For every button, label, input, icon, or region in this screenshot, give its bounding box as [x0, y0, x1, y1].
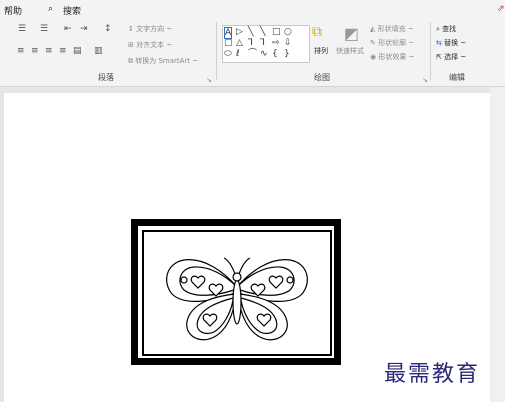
- group-separator: [430, 22, 431, 80]
- rounded-rectangle-shape-icon[interactable]: ▢: [224, 38, 233, 48]
- align-text-icon: ⊞: [128, 41, 134, 49]
- convert-smartart-label: 转换为 SmartArt ~: [135, 57, 199, 65]
- vertical-scrollbar[interactable]: [490, 87, 505, 402]
- shape-fill-label: 形状填充 ~: [377, 25, 414, 33]
- text-direction-button[interactable]: ↕ 文字方向 ~: [128, 24, 172, 34]
- connector-shape-icon[interactable]: ⅂: [260, 38, 265, 48]
- text-direction-icon: ↕: [128, 25, 134, 33]
- increase-indent-icon[interactable]: ⇥: [80, 24, 88, 34]
- ribbon: ☰ ☰ ⇤ ⇥ ↕ ≡ ≡ ≡ ≡ ▤ ▥ ↕ 文字方向 ~ ⊞ 对齐文本 ~ …: [0, 18, 505, 87]
- callout-shape-icon[interactable]: ℓ: [236, 49, 240, 59]
- line-spacing-icon[interactable]: ↕: [104, 24, 112, 34]
- oval-shape-icon[interactable]: ○: [284, 27, 292, 37]
- convert-smartart-button[interactable]: ⧉ 转换为 SmartArt ~: [128, 56, 198, 66]
- pen-icon: ✎: [370, 39, 376, 47]
- connector-shape-icon[interactable]: ⅂: [248, 38, 253, 48]
- distributed-icon[interactable]: ▤: [73, 46, 82, 56]
- decrease-indent-icon[interactable]: ⇤: [64, 24, 72, 34]
- paint-bucket-icon: ◭: [370, 25, 376, 33]
- smartart-icon: ⧉: [128, 57, 133, 65]
- frame-inner-border: [142, 230, 332, 356]
- cursor-icon: ⇱: [436, 53, 442, 61]
- shape-outline-button[interactable]: ✎ 形状轮廓 ~: [370, 38, 414, 48]
- bullets-icon[interactable]: ☰: [18, 24, 26, 34]
- replace-label: 替换 ~: [444, 39, 467, 47]
- quick-styles-label: 快速样式: [336, 47, 364, 55]
- triangle-shape-icon[interactable]: △: [236, 38, 243, 48]
- align-text-button[interactable]: ⊞ 对齐文本 ~: [128, 40, 172, 50]
- flowchart-shape-icon[interactable]: ⬭: [224, 49, 232, 59]
- shape-outline-label: 形状轮廓 ~: [378, 39, 415, 47]
- align-right-icon[interactable]: ≡: [45, 46, 53, 56]
- arrow-right-shape-icon[interactable]: ⇨: [272, 38, 280, 48]
- replace-button[interactable]: ⇆ 替换 ~: [436, 38, 466, 48]
- menu-search[interactable]: 搜索: [63, 4, 81, 17]
- find-label: 查找: [442, 25, 457, 33]
- arrow-down-shape-icon[interactable]: ⇩: [284, 38, 292, 48]
- align-left-icon[interactable]: ≡: [17, 46, 25, 56]
- line-shape-icon[interactable]: ╲: [248, 27, 253, 37]
- line-shape-icon[interactable]: ╲: [260, 27, 265, 37]
- drawing-group-label: 绘图: [314, 73, 330, 82]
- freeform-shape-icon[interactable]: ∿: [260, 49, 268, 59]
- search-icon: ⌕: [436, 25, 440, 33]
- align-text-label: 对齐文本 ~: [136, 41, 173, 49]
- columns-icon[interactable]: ▥: [94, 46, 103, 56]
- arrange-icon: ⧉: [312, 24, 322, 40]
- brace-shape-icon[interactable]: {: [272, 49, 278, 59]
- menu-bar: 帮助 ⌕ 搜索 ⇗: [0, 0, 505, 18]
- replace-icon: ⇆: [436, 39, 442, 47]
- select-label: 选择 ~: [444, 53, 467, 61]
- shapes-gallery[interactable]: A ▷ ╲ ╲ □ ○ ▢ △ ⅂ ⅂ ⇨ ⇩ ⬭ ℓ ⌒ ∿ { } ▲ ▼ …: [222, 25, 310, 63]
- butterfly-image: [166, 257, 308, 341]
- curve-shape-icon[interactable]: ⌒: [248, 49, 257, 59]
- drawing-launcher-icon[interactable]: ↘: [422, 76, 428, 84]
- shape-effects-button[interactable]: ◉ 形状效果 ~: [370, 52, 414, 62]
- justify-icon[interactable]: ≡: [59, 46, 67, 56]
- paragraph-launcher-icon[interactable]: ↘: [206, 76, 212, 84]
- share-icon[interactable]: ⇗: [497, 4, 505, 14]
- numbering-icon[interactable]: ☰: [40, 24, 48, 34]
- brace-shape-icon[interactable]: }: [284, 49, 290, 59]
- arrange-label: 排列: [314, 47, 328, 55]
- framed-image[interactable]: [131, 219, 341, 365]
- group-separator: [216, 22, 217, 80]
- search-icon[interactable]: ⌕: [48, 4, 53, 14]
- frame-mat: [138, 226, 334, 358]
- find-button[interactable]: ⌕ 查找: [436, 24, 456, 34]
- paragraph-group-label: 段落: [98, 73, 114, 82]
- text-direction-label: 文字方向 ~: [136, 25, 173, 33]
- rectangle-shape-icon[interactable]: □: [272, 27, 281, 37]
- quick-styles-icon: ◩: [344, 24, 360, 43]
- effects-icon: ◉: [370, 53, 377, 61]
- menu-help[interactable]: 帮助: [4, 4, 22, 17]
- vertical-textbox-shape-icon[interactable]: ▷: [236, 27, 243, 37]
- watermark-text: 最需教育: [384, 362, 481, 387]
- editing-group-label: 编辑: [449, 73, 465, 82]
- shape-effects-label: 形状效果 ~: [378, 53, 415, 61]
- shape-fill-button[interactable]: ◭ 形状填充 ~: [370, 24, 414, 34]
- align-center-icon[interactable]: ≡: [31, 46, 39, 56]
- select-button[interactable]: ⇱ 选择 ~: [436, 52, 466, 62]
